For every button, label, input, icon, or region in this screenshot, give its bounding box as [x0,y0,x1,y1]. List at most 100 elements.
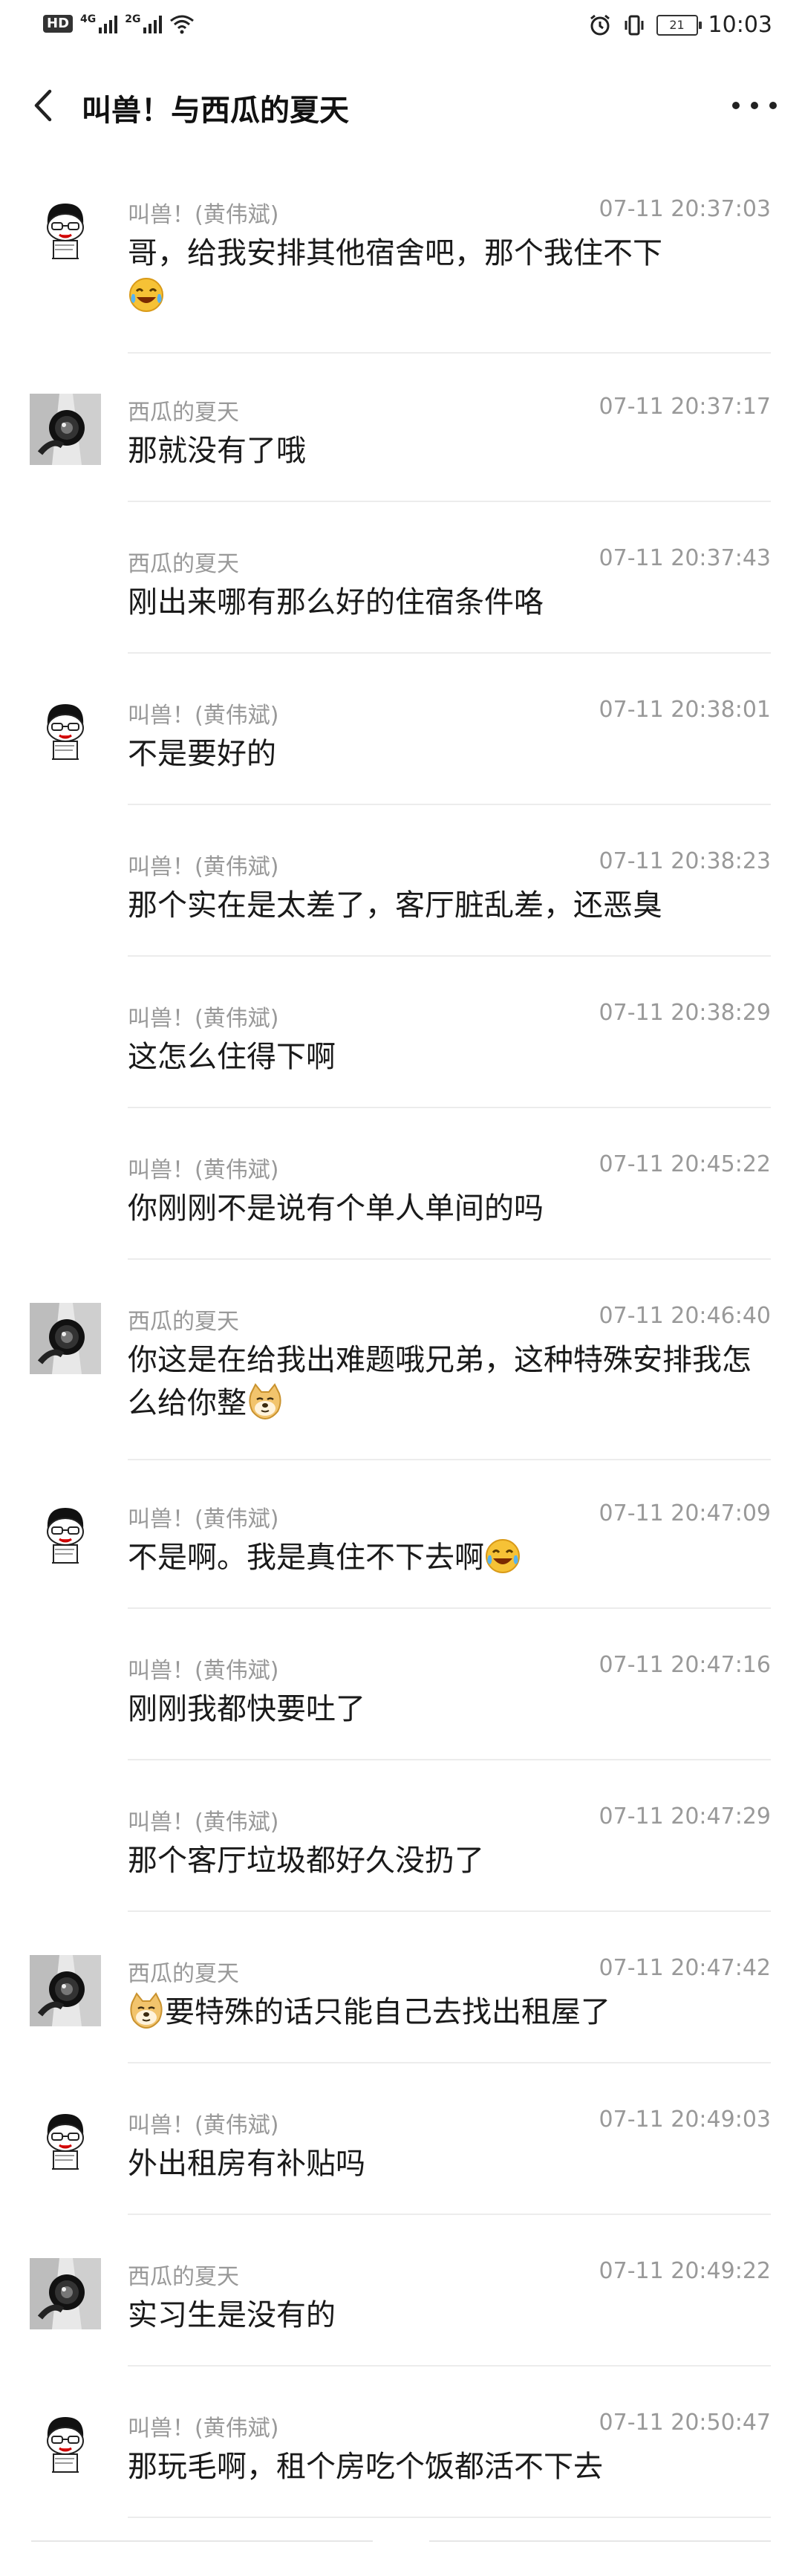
sender-name: 西瓜的夏天 [128,400,239,426]
laugh-emoji-icon [128,276,165,313]
message-divider [128,955,771,957]
signal-icon [99,14,118,33]
chat-header: 叫兽！与西瓜的夏天 [0,67,802,144]
avatar[interactable] [30,394,101,465]
sender-name: 叫兽！(黄伟斌) [128,202,279,228]
message-text: 你这是在给我出难题哦兄弟，这种特殊安排我怎么给你整 [128,1339,759,1425]
message-time: 07-11 20:49:22 [599,2258,771,2284]
message-divider [128,2517,771,2518]
avatar[interactable] [30,196,101,267]
message-text: 刚出来哪有那么好的住宿条件咯 [128,581,759,624]
sender-name: 叫兽！(黄伟斌) [128,1809,279,1835]
avatar[interactable] [30,697,101,768]
message-divider [128,501,771,502]
message-text: 外出租房有补贴吗 [128,2142,759,2185]
message-divider [128,1607,771,1609]
message-divider [128,352,771,354]
message-text-content: 刚刚我都快要吐了 [128,1692,365,1726]
bottom-divider [429,2540,771,2542]
status-bar: HD 4G 2G 21 10:03 [0,0,802,59]
message-text-content: 那个实在是太差了，客厅脏乱差，还恶臭 [128,888,662,923]
message-time: 07-11 20:47:16 [599,1652,771,1678]
sender-name: 西瓜的夏天 [128,2264,239,2290]
message-time: 07-11 20:50:47 [599,2410,771,2436]
doge-emoji-icon [128,1992,165,2029]
message-text: 那个客厅垃圾都好久没扔了 [128,1839,759,1882]
message-time: 07-11 20:47:29 [599,1803,771,1829]
message-time: 07-11 20:45:22 [599,1151,771,1177]
dot-icon [769,102,777,109]
sender-name: 叫兽！(黄伟斌) [128,1658,279,1684]
message-divider [128,2214,771,2215]
sender-name: 叫兽！(黄伟斌) [128,1506,279,1532]
message-time: 07-11 20:38:23 [599,848,771,874]
message-text: 那玩毛啊，租个房吃个饭都活不下去 [128,2445,759,2488]
message-time: 07-11 20:38:29 [599,1000,771,1026]
message-text: 你刚刚不是说有个单人单间的吗 [128,1187,759,1230]
message-text: 哥，给我安排其他宿舍吧，那个我住不下 [128,232,759,318]
message-time: 07-11 20:46:40 [599,1303,771,1329]
sender-name: 叫兽！(黄伟斌) [128,2416,279,2442]
message-text-content: 要特殊的话只能自己去找出租屋了 [165,1995,610,2029]
message-time: 07-11 20:47:42 [599,1955,771,1981]
message-text-content: 实习生是没有的 [128,2298,336,2332]
message-text-content: 这怎么住得下啊 [128,1040,336,1074]
message-text: 这怎么住得下啊 [128,1035,759,1079]
sender-name: 叫兽！(黄伟斌) [128,2112,279,2138]
message-text-content: 哥，给我安排其他宿舍吧，那个我住不下 [128,236,662,270]
message-text-content: 外出租房有补贴吗 [128,2147,365,2181]
wifi-icon [170,15,195,34]
avatar[interactable] [30,1500,101,1572]
avatar[interactable] [30,2258,101,2329]
avatar[interactable] [30,2410,101,2481]
chat-title: 叫兽！与西瓜的夏天 [82,94,349,128]
message-text: 刚刚我都快要吐了 [128,1688,759,1731]
message-divider [128,1910,771,1912]
more-options-button[interactable] [732,86,777,125]
avatar[interactable] [30,1955,101,2026]
message-divider [128,2365,771,2367]
bottom-divider [31,2540,373,2542]
network-type-1: 4G [80,13,97,25]
sender-name: 叫兽！(黄伟斌) [128,854,279,880]
alarm-icon [590,14,610,35]
dot-icon [751,102,758,109]
message-time: 07-11 20:37:17 [599,394,771,420]
message-time: 07-11 20:47:09 [599,1500,771,1526]
message-time: 07-11 20:37:03 [599,196,771,222]
message-text-content: 那个客厅垃圾都好久没扔了 [128,1844,484,1878]
avatar[interactable] [30,1303,101,1374]
sender-name: 叫兽！(黄伟斌) [128,703,279,729]
message-divider [128,804,771,805]
laugh-emoji-icon [484,1538,521,1575]
message-text-content: 你这是在给我出难题哦兄弟，这种特殊安排我怎么给你整 [128,1343,752,1420]
message-time: 07-11 20:49:03 [599,2107,771,2133]
message-divider [128,2062,771,2063]
status-right: 21 10:03 [588,12,772,38]
sender-name: 西瓜的夏天 [128,551,239,577]
message-divider [128,1258,771,1260]
message-divider [128,1107,771,1108]
message-text-content: 那玩毛啊，租个房吃个饭都活不下去 [128,2450,603,2484]
message-text: 不是啊。我是真住不下去啊 [128,1536,759,1579]
message-text: 实习生是没有的 [128,2294,759,2337]
message-text-content: 不是要好的 [128,737,276,771]
message-text-content: 那就没有了哦 [128,434,306,468]
message-text-content: 你刚刚不是说有个单人单间的吗 [128,1191,544,1226]
message-text: 不是要好的 [128,732,759,775]
avatar[interactable] [30,2107,101,2178]
battery-icon: 21 [656,14,702,36]
message-time: 07-11 20:37:43 [599,545,771,571]
sender-name: 西瓜的夏天 [128,1309,239,1335]
sender-name: 叫兽！(黄伟斌) [128,1006,279,1032]
sender-name: 叫兽！(黄伟斌) [128,1157,279,1183]
hd-badge: HD [43,15,74,33]
back-button[interactable] [24,86,62,125]
doge-emoji-icon [247,1383,284,1420]
message-text: 要特殊的话只能自己去找出租屋了 [128,1991,759,2034]
message-divider [128,1759,771,1760]
chevron-left-icon [34,89,52,122]
sender-name: 西瓜的夏天 [128,1961,239,1987]
message-text-content: 不是啊。我是真住不下去啊 [128,1541,484,1575]
clock: 10:03 [708,12,772,38]
